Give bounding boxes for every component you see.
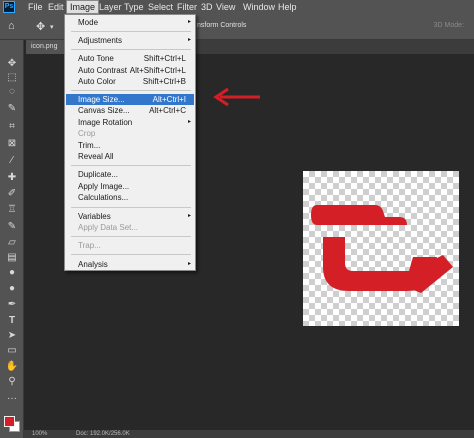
type-tool-icon[interactable]: T [4, 314, 20, 328]
menu-item-image-size[interactable]: Image Size... Alt+Ctrl+I [66, 94, 194, 105]
move-icon[interactable]: ✥ [36, 20, 45, 33]
menu-type[interactable]: Type [121, 0, 147, 14]
status-bar: 100% Doc: 192.0K/256.0K [24, 430, 474, 438]
menu-item-calculations[interactable]: Calculations... [66, 192, 194, 203]
dodge-tool-icon[interactable]: ● [4, 282, 20, 296]
menu-item-image-rotation[interactable]: Image Rotation ▸ [66, 117, 194, 128]
menu-item-duplicate[interactable]: Duplicate... [66, 169, 194, 180]
menu-item-apply-data-set: Apply Data Set... [78, 223, 139, 232]
history-brush-icon[interactable]: ✎ [4, 220, 20, 234]
menu-separator [71, 207, 191, 208]
hand-tool-icon[interactable]: ✋ [4, 360, 20, 374]
submenu-arrow-icon: ▸ [187, 37, 191, 43]
brush-tool-icon[interactable]: ✐ [4, 187, 20, 201]
menu-image[interactable]: Image [66, 0, 100, 14]
blur-tool-icon[interactable]: ● [4, 266, 20, 280]
menu-item-adjustments[interactable]: Adjustments ▸ [66, 35, 194, 46]
menu-item-auto-contrast[interactable]: Auto Contrast Alt+Shift+Ctrl+L [66, 65, 194, 76]
eraser-icon[interactable]: ▱ [4, 236, 20, 250]
menu-bar: Ps File Edit Image Layer Type Select Fil… [0, 0, 474, 14]
3d-mode-label: 3D Mode: [433, 22, 464, 29]
document-tab[interactable]: icon.png @ [26, 40, 64, 64]
photoshop-logo[interactable]: Ps [3, 1, 15, 13]
menu-item-analysis[interactable]: Analysis ▸ [66, 259, 194, 270]
pen-tool-icon[interactable]: ✒ [4, 298, 20, 312]
menu-item-auto-tone[interactable]: Auto Tone Shift+Ctrl+L [66, 53, 194, 64]
tools-panel: ✥ ⬚ ◌ ✎ ⌗ ⊠ ⁄ ✚ ✐ ♖ ✎ ▱ ▤ ● ● ✒ T ➤ ▭ ✋ … [0, 40, 24, 438]
menu-filter[interactable]: Filter [174, 0, 200, 14]
submenu-arrow-icon: ▸ [187, 213, 191, 219]
rectangle-tool-icon[interactable]: ▭ [4, 344, 20, 358]
menu-help[interactable]: Help [275, 0, 300, 14]
red-logo-image [311, 205, 453, 293]
menu-separator [71, 254, 191, 255]
healing-brush-icon[interactable]: ✚ [4, 171, 20, 185]
marquee-tool-icon[interactable]: ⬚ [4, 71, 20, 85]
document-canvas[interactable] [303, 171, 459, 326]
menu-item-canvas-size[interactable]: Canvas Size... Alt+Ctrl+C [66, 105, 194, 116]
image-menu-dropdown: Mode ▸ Adjustments ▸ Auto Tone Shift+Ctr… [64, 14, 196, 271]
menu-item-variables[interactable]: Variables ▸ [66, 211, 194, 222]
zoom-tool-icon[interactable]: ⚲ [4, 375, 20, 389]
eyedropper-icon[interactable]: ⁄ [4, 154, 20, 168]
gradient-tool-icon[interactable]: ▤ [4, 251, 20, 265]
menu-separator [71, 90, 191, 91]
more-tools-icon[interactable]: ··· [4, 392, 20, 406]
foreground-color-swatch[interactable] [4, 416, 15, 427]
document-info[interactable]: Doc: 192.0K/256.0K [76, 430, 130, 438]
move-tool-icon[interactable]: ✥ [4, 57, 20, 71]
menu-item-reveal-all[interactable]: Reveal All [66, 151, 194, 162]
menu-view[interactable]: View [213, 0, 238, 14]
menu-file[interactable]: File [25, 0, 46, 14]
red-arrow-annotation [213, 87, 260, 107]
submenu-arrow-icon: ▸ [187, 19, 191, 25]
logo-upper-shape [311, 205, 407, 225]
menu-item-trim[interactable]: Trim... [66, 140, 194, 151]
clone-stamp-icon[interactable]: ♖ [4, 203, 20, 217]
menu-separator [71, 165, 191, 166]
menu-item-apply-image[interactable]: Apply Image... [66, 181, 194, 192]
frame-tool-icon[interactable]: ⊠ [4, 137, 20, 151]
menu-edit[interactable]: Edit [45, 0, 67, 14]
lasso-tool-icon[interactable]: ◌ [4, 85, 20, 99]
home-icon[interactable]: ⌂ [8, 20, 15, 32]
submenu-arrow-icon: ▸ [187, 119, 191, 125]
menu-item-auto-color[interactable]: Auto Color Shift+Ctrl+B [66, 76, 194, 87]
menu-item-trap: Trap... [78, 241, 101, 250]
crop-tool-icon[interactable]: ⌗ [4, 120, 20, 134]
chevron-down-icon[interactable]: ▾ [50, 23, 54, 31]
menu-window[interactable]: Window [240, 0, 278, 14]
menu-separator [71, 49, 191, 50]
menu-separator [71, 31, 191, 32]
zoom-level[interactable]: 100% [32, 430, 47, 438]
quick-select-icon[interactable]: ✎ [4, 102, 20, 116]
menu-item-mode[interactable]: Mode ▸ [66, 17, 194, 28]
path-select-icon[interactable]: ➤ [4, 329, 20, 343]
submenu-arrow-icon: ▸ [187, 261, 191, 267]
menu-item-crop: Crop [78, 129, 96, 138]
transform-controls-label[interactable]: nsform Controls [197, 22, 246, 29]
menu-select[interactable]: Select [145, 0, 176, 14]
menu-separator [71, 236, 191, 237]
